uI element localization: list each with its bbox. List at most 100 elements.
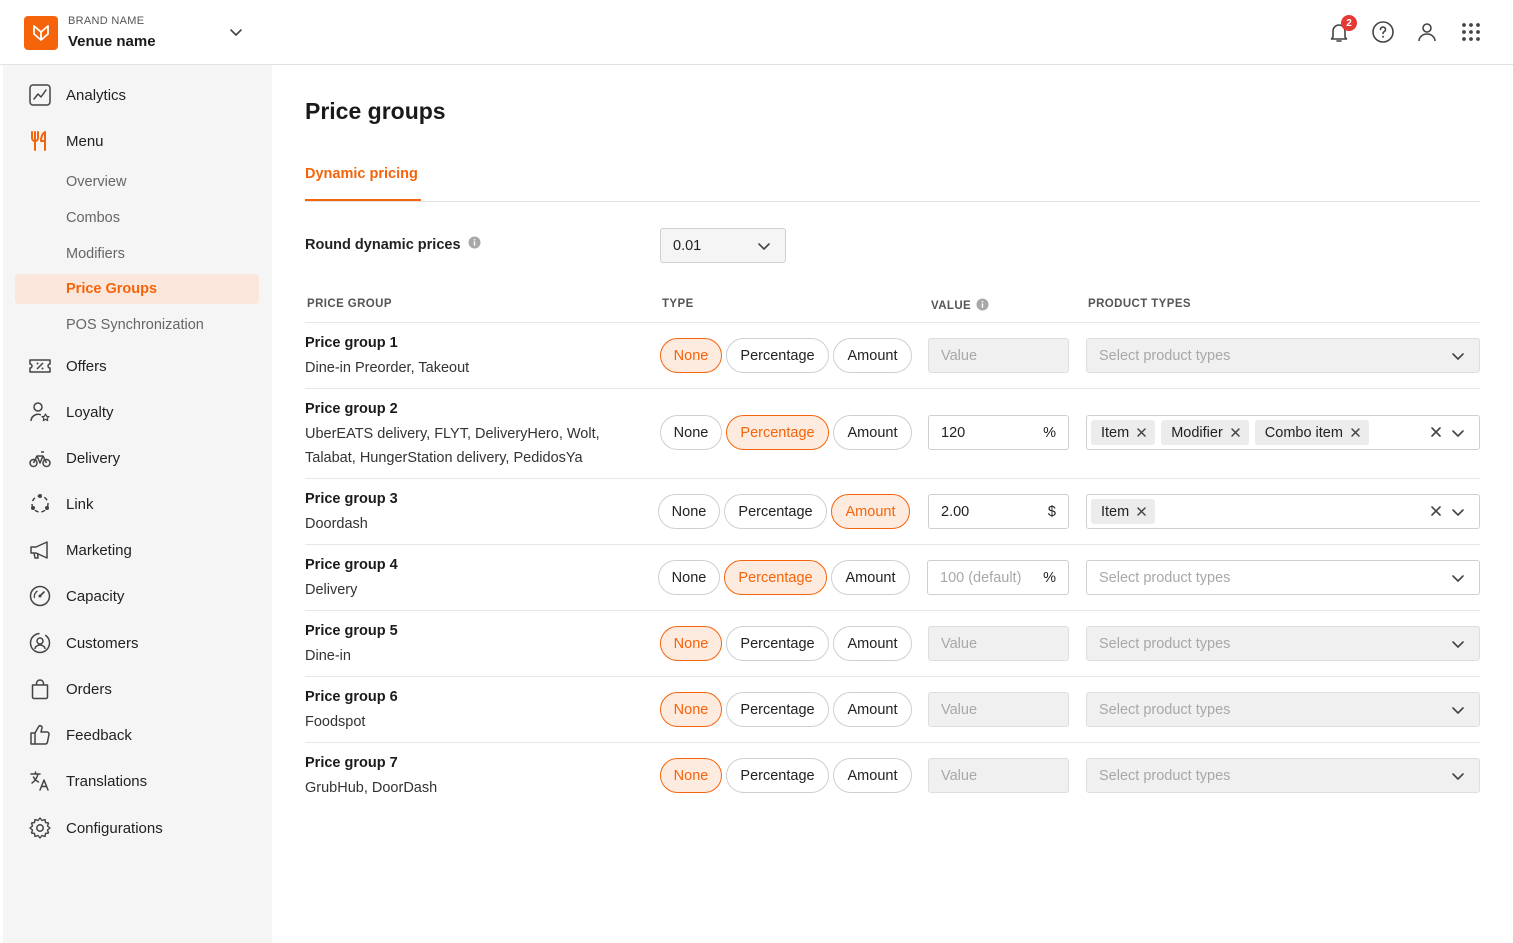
sidebar-subitem-overview[interactable]: Overview (15, 167, 259, 197)
sidebar-item-configurations[interactable]: Configurations (15, 811, 260, 845)
type-percentage-button[interactable]: Percentage (726, 692, 829, 727)
sidebar-item-loyalty[interactable]: Loyalty (15, 395, 260, 429)
value-unit: % (1043, 424, 1056, 441)
help-icon[interactable] (1370, 19, 1396, 45)
product-types-select[interactable]: Select product types (1086, 758, 1480, 793)
value-input[interactable]: Value (928, 626, 1069, 661)
type-none-button[interactable]: None (660, 338, 722, 373)
sidebar-item-label: Loyalty (66, 403, 114, 421)
remove-chip-close-icon[interactable] (1136, 506, 1147, 517)
venue-switcher-chevron-down-icon[interactable] (226, 22, 246, 42)
type-none-button[interactable]: None (660, 415, 722, 450)
sidebar-item-menu[interactable]: Menu (15, 124, 260, 158)
info-icon[interactable] (976, 298, 989, 314)
sidebar-item-label: Marketing (66, 541, 132, 559)
sidebar-subitem-label: Modifiers (66, 246, 125, 262)
type-percentage-button[interactable]: Percentage (724, 560, 827, 595)
value-placeholder: Value (941, 347, 978, 364)
sidebar-item-analytics[interactable]: Analytics (15, 78, 260, 112)
bag-icon (27, 676, 53, 702)
sidebar-subitem-pos-synchronization[interactable]: POS Synchronization (15, 310, 259, 340)
remove-chip-close-icon[interactable] (1350, 427, 1361, 438)
product-types-placeholder: Select product types (1099, 569, 1231, 586)
table-row: Price group 7 GrubHub, DoorDash None Per… (305, 743, 1480, 809)
type-percentage-button[interactable]: Percentage (726, 415, 829, 450)
round-dynamic-prices-select[interactable]: 0.01 (660, 228, 786, 263)
type-amount-button[interactable]: Amount (833, 338, 912, 373)
notification-count-badge: 2 (1341, 15, 1357, 31)
product-types-select[interactable]: Select product types (1086, 626, 1480, 661)
sidebar-item-orders[interactable]: Orders (15, 672, 260, 706)
price-group-name: Price group 3 (305, 491, 398, 507)
type-none-button[interactable]: None (660, 626, 722, 661)
type-amount-button[interactable]: Amount (833, 692, 912, 727)
value-input[interactable]: Value (928, 338, 1069, 373)
type-none-button[interactable]: None (658, 494, 720, 529)
user-profile-icon[interactable] (1414, 19, 1440, 45)
type-amount-button[interactable]: Amount (833, 758, 912, 793)
sidebar-subitem-modifiers[interactable]: Modifiers (15, 239, 259, 269)
product-types-select[interactable]: Item Modifier Combo item (1086, 415, 1480, 450)
value-placeholder: Value (941, 701, 978, 718)
product-types-placeholder: Select product types (1099, 635, 1231, 652)
type-none-button[interactable]: None (660, 692, 722, 727)
sidebar-subitem-label: Combos (66, 210, 120, 226)
remove-chip-close-icon[interactable] (1136, 427, 1147, 438)
sidebar-subitem-combos[interactable]: Combos (15, 203, 259, 233)
clear-selection-close-icon[interactable] (1429, 425, 1443, 443)
table-row: Price group 5 Dine-in None Percentage Am… (305, 611, 1480, 677)
product-types-select[interactable]: Select product types (1086, 692, 1480, 727)
page-title: Price groups (305, 98, 446, 124)
sidebar-item-delivery[interactable]: Delivery (15, 441, 260, 475)
type-amount-button[interactable]: Amount (833, 626, 912, 661)
value-input[interactable]: Value (928, 692, 1069, 727)
price-group-description: Doordash (305, 516, 368, 532)
type-none-button[interactable]: None (660, 758, 722, 793)
sidebar-item-translations[interactable]: Translations (15, 764, 260, 798)
price-group-name: Price group 5 (305, 623, 398, 639)
type-amount-button[interactable]: Amount (831, 494, 910, 529)
type-percentage-button[interactable]: Percentage (726, 758, 829, 793)
info-icon[interactable] (468, 236, 481, 253)
megaphone-icon (27, 537, 53, 563)
tab-dynamic-pricing[interactable]: Dynamic pricing (305, 166, 418, 202)
price-group-name: Price group 7 (305, 755, 398, 771)
sidebar-item-marketing[interactable]: Marketing (15, 533, 260, 567)
sidebar-item-capacity[interactable]: Capacity (15, 579, 260, 613)
column-header-price-group: PRICE GROUP (307, 298, 392, 310)
price-group-description: Dine-in (305, 648, 351, 664)
sidebar-item-feedback[interactable]: Feedback (15, 718, 260, 752)
type-none-button[interactable]: None (658, 560, 720, 595)
type-percentage-button[interactable]: Percentage (724, 494, 827, 529)
product-types-select[interactable]: Item (1086, 494, 1480, 529)
round-dynamic-prices-text: Round dynamic prices (305, 236, 461, 253)
price-group-description: GrubHub, DoorDash (305, 780, 438, 796)
type-percentage-button[interactable]: Percentage (726, 626, 829, 661)
chevron-down-icon (1449, 503, 1467, 525)
price-group-description: Dine-in Preorder, Takeout (305, 360, 470, 376)
sidebar-item-offers[interactable]: Offers (15, 349, 260, 383)
apps-grid-icon[interactable] (1458, 19, 1484, 45)
value-input[interactable]: 100 (default) % (927, 560, 1069, 595)
sidebar-subitem-price-groups[interactable]: Price Groups (15, 274, 259, 304)
sidebar-item-label: Feedback (66, 726, 132, 744)
value-input[interactable]: 2.00 $ (928, 494, 1069, 529)
value-text: 2.00 (941, 503, 970, 520)
value-input[interactable]: Value (928, 758, 1069, 793)
venue-name: Venue name (68, 33, 156, 50)
chevron-down-icon (1449, 424, 1467, 446)
remove-chip-close-icon[interactable] (1230, 427, 1241, 438)
product-types-select[interactable]: Select product types (1086, 560, 1480, 595)
sidebar-item-customers[interactable]: Customers (15, 626, 260, 660)
clear-selection-close-icon[interactable] (1429, 504, 1443, 522)
type-amount-button[interactable]: Amount (831, 560, 910, 595)
brand-logo-icon[interactable] (24, 16, 58, 50)
chip-label: Item (1101, 424, 1130, 441)
sidebar-item-link[interactable]: Link (15, 487, 260, 521)
type-percentage-button[interactable]: Percentage (726, 338, 829, 373)
price-group-description: UberEATS delivery, FLYT, DeliveryHero, W… (305, 426, 600, 466)
type-amount-button[interactable]: Amount (833, 415, 912, 450)
product-types-select[interactable]: Select product types (1086, 338, 1480, 373)
value-input[interactable]: 120 % (928, 415, 1069, 450)
product-types-placeholder: Select product types (1099, 347, 1231, 364)
